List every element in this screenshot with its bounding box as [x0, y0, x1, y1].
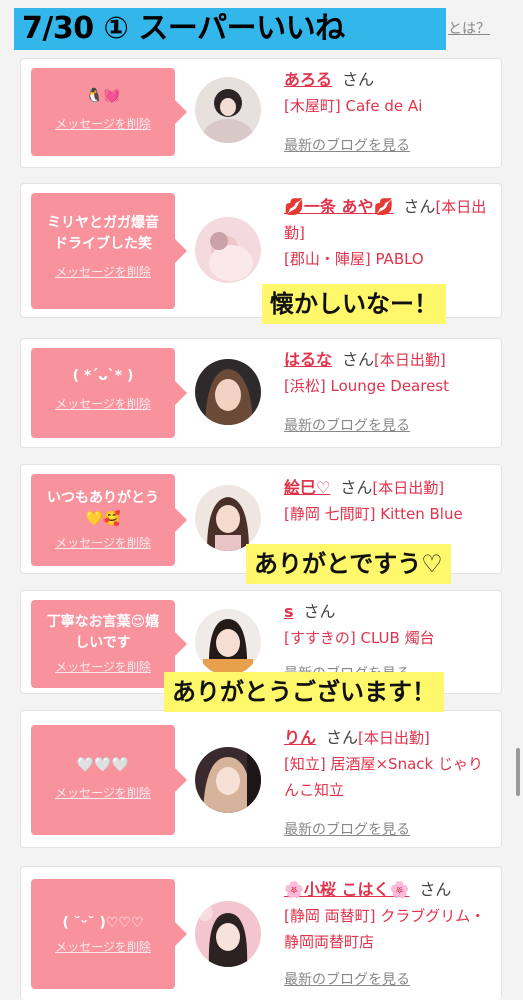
cast-name-link[interactable]: s — [284, 602, 294, 621]
avatar[interactable] — [195, 609, 261, 675]
honorific: さん — [342, 350, 375, 369]
avatar[interactable] — [195, 485, 261, 551]
delete-message-link[interactable]: メッセージを削除 — [37, 534, 169, 551]
shop-name: [木屋町] Cafe de Ai — [284, 97, 423, 115]
cast-name-link[interactable]: りん — [284, 728, 316, 747]
cast-name-link[interactable]: はるな — [284, 350, 332, 369]
cast-name-link[interactable]: 🌸小桜 こはく🌸 — [284, 880, 409, 899]
honorific: さん — [419, 880, 452, 899]
message-text: いつもありがとう 💛🥰 — [47, 490, 159, 527]
delete-message-link[interactable]: メッセージを削除 — [37, 263, 169, 280]
shop-name: [郡山・陣屋] PABLO — [284, 250, 424, 268]
message-bubble: 🤍🤍🤍 メッセージを削除 — [31, 725, 187, 835]
cast-info: 🌸小桜 こはく🌸 さん [静岡 両替町] クラブグリム・静岡両替町店 — [284, 877, 493, 955]
honorific: さん — [340, 478, 373, 497]
cast-info: あろる さん [木屋町] Cafe de Ai — [284, 67, 493, 119]
work-status: [本日出勤] — [372, 479, 445, 497]
message-text: ミリヤとガガ爆音 ドライブした笑 — [47, 215, 159, 252]
caption-overlay: 懐かしいなー！ — [262, 284, 446, 324]
list-item: ( ˘ᵕ˘ )♡♡♡ メッセージを削除 🌸小桜 こはく🌸 さん [静岡 両替町] … — [20, 866, 502, 1000]
caption-overlay: ありがとですう♡ — [246, 544, 451, 584]
delete-message-link[interactable]: メッセージを削除 — [37, 658, 169, 675]
message-bubble: いつもありがとう 💛🥰 メッセージを削除 — [31, 474, 187, 566]
avatar[interactable] — [195, 901, 261, 967]
what-is-link[interactable]: とは？ — [448, 18, 490, 38]
name-line: はるな さん[本日出勤] — [284, 347, 493, 373]
cast-name-link[interactable]: あろる — [284, 70, 332, 89]
list-item: 🤍🤍🤍 メッセージを削除 りん さん[本日出勤] [知立] 居酒屋×Snack じ… — [20, 710, 502, 848]
work-status: [本日出勤] — [358, 729, 430, 747]
blog-link[interactable]: 最新のブログを見る — [284, 819, 410, 839]
name-line: 🌸小桜 こはく🌸 さん — [284, 877, 493, 903]
avatar[interactable] — [195, 747, 261, 813]
shop-name: [すすきの] CLUB 燭台 — [284, 629, 435, 647]
message-bubble: 丁寧なお言葉😍嬉 しいです メッセージを削除 — [31, 600, 187, 688]
delete-message-link[interactable]: メッセージを削除 — [37, 784, 169, 801]
avatar[interactable] — [195, 359, 261, 425]
delete-message-link[interactable]: メッセージを削除 — [37, 938, 169, 955]
message-bubble: 🐧💓 メッセージを削除 — [31, 68, 187, 156]
blog-link[interactable]: 最新のブログを見る — [284, 415, 410, 435]
message-bubble: ( *´ᴗ`* ) メッセージを削除 — [31, 348, 187, 438]
message-text: ( ˘ᵕ˘ )♡♡♡ — [62, 915, 144, 931]
shop-name: [静岡 七間町] Kitten Blue — [284, 505, 463, 523]
honorific: さん — [342, 70, 375, 89]
blog-link[interactable]: 最新のブログを見る — [284, 969, 410, 989]
delete-message-link[interactable]: メッセージを削除 — [37, 115, 169, 132]
name-line: s さん — [284, 599, 493, 625]
shop-name: [浜松] Lounge Dearest — [284, 377, 450, 395]
cast-info: 💋一条 あや💋 さん[本日出勤] [郡山・陣屋] PABLO — [284, 194, 493, 272]
cast-info: はるな さん[本日出勤] [浜松] Lounge Dearest — [284, 347, 493, 399]
message-text: 丁寧なお言葉😍嬉 しいです — [46, 614, 160, 651]
cast-name-link[interactable]: 💋一条 あや💋 — [284, 197, 393, 216]
message-text: 🐧💓 — [85, 88, 121, 104]
name-line: りん さん[本日出勤] — [284, 725, 493, 751]
message-text: 🤍🤍🤍 — [76, 757, 130, 773]
honorific: さん — [303, 602, 336, 621]
cast-info: りん さん[本日出勤] [知立] 居酒屋×Snack じゃりんこ知立 — [284, 725, 493, 803]
message-text: ( *´ᴗ`* ) — [72, 368, 134, 384]
page-title-banner: 7/30 ① スーパーいいね — [14, 8, 446, 50]
message-bubble: ミリヤとガガ爆音 ドライブした笑 メッセージを削除 — [31, 193, 187, 309]
shop-name: [知立] 居酒屋×Snack じゃりんこ知立 — [284, 755, 483, 799]
delete-message-link[interactable]: メッセージを削除 — [37, 395, 169, 412]
caption-overlay: ありがとうございます！ — [164, 672, 444, 712]
cast-info: 絵巳♡ さん[本日出勤] [静岡 七間町] Kitten Blue — [284, 475, 493, 527]
message-bubble: ( ˘ᵕ˘ )♡♡♡ メッセージを削除 — [31, 879, 187, 989]
work-status: [本日出勤] — [374, 351, 446, 369]
list-item: 🐧💓 メッセージを削除 あろる さん [木屋町] Cafe de Ai 最新のブロ… — [20, 58, 502, 168]
name-line: あろる さん — [284, 67, 493, 93]
avatar[interactable] — [195, 217, 261, 283]
list-item: ( *´ᴗ`* ) メッセージを削除 はるな さん[本日出勤] [浜松] Loun… — [20, 338, 502, 448]
name-line: 絵巳♡ さん[本日出勤] — [284, 475, 493, 501]
shop-name: [静岡 両替町] クラブグリム・静岡両替町店 — [284, 907, 486, 951]
avatar[interactable] — [195, 77, 261, 143]
honorific: さん — [326, 728, 359, 747]
scrollbar[interactable] — [516, 748, 520, 796]
blog-link[interactable]: 最新のブログを見る — [284, 135, 410, 155]
name-line: 💋一条 あや💋 さん[本日出勤] — [284, 194, 493, 246]
cast-name-link[interactable]: 絵巳♡ — [284, 478, 330, 497]
cast-info: s さん [すすきの] CLUB 燭台 — [284, 599, 493, 651]
honorific: さん — [403, 197, 436, 216]
